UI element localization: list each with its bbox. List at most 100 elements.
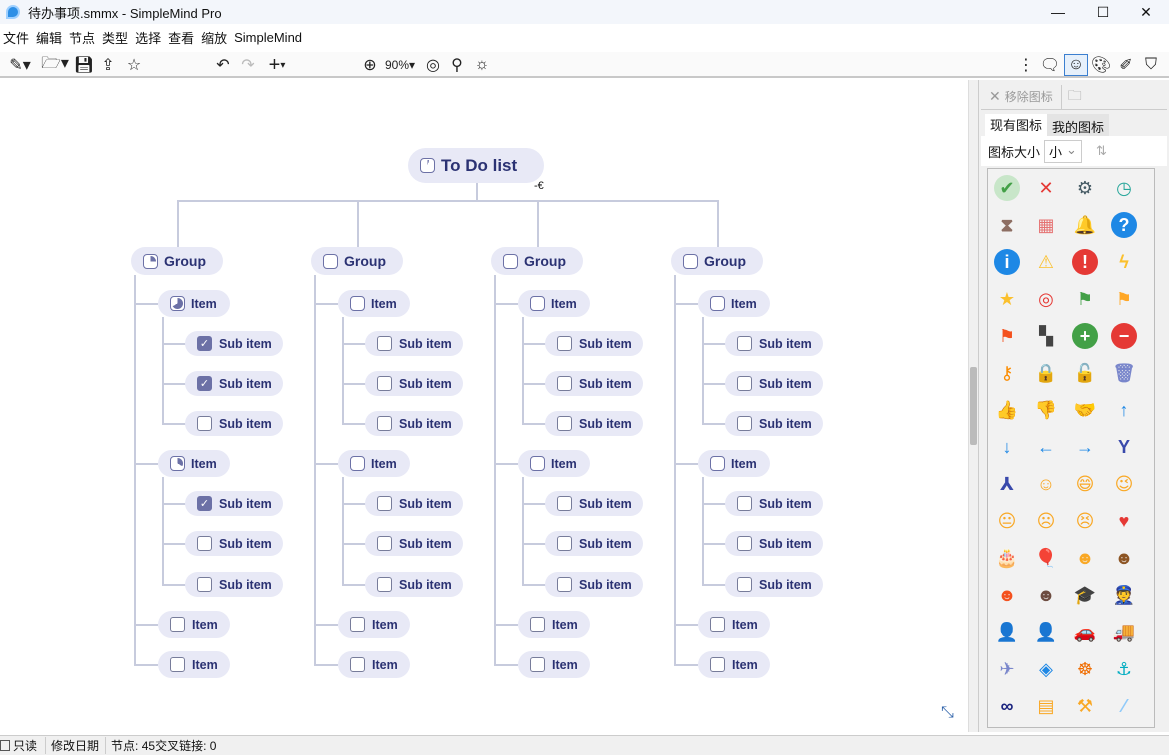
arrow-left-icon[interactable]: ← — [1033, 434, 1059, 460]
item-node[interactable]: Item — [158, 290, 230, 317]
group-node[interactable]: Group — [131, 247, 223, 275]
checkbox[interactable] — [350, 657, 365, 672]
checkbox[interactable] — [377, 416, 392, 431]
checkbox[interactable] — [377, 336, 392, 351]
boy-dark-icon[interactable]: ☻ — [1111, 545, 1137, 571]
woman-icon[interactable]: ☻ — [994, 582, 1020, 608]
menu-type[interactable]: 类型 — [102, 28, 128, 47]
checkbox[interactable] — [557, 536, 572, 551]
sub-item-node[interactable]: Sub item — [725, 371, 823, 396]
item-node[interactable]: Item — [518, 450, 590, 477]
flag-red-icon[interactable]: ⚑ — [994, 323, 1020, 349]
checkbox[interactable] — [530, 617, 545, 632]
new-icon[interactable]: ✎▾ — [3, 54, 37, 76]
item-node[interactable]: Item — [158, 651, 230, 678]
sub-item-node[interactable]: Sub item — [725, 331, 823, 356]
checkbox[interactable] — [170, 657, 185, 672]
graduation-icon[interactable]: 🎓 — [1072, 582, 1098, 608]
add-node-icon[interactable]: + ▾ — [262, 54, 292, 76]
readonly-checkbox[interactable] — [0, 740, 10, 751]
search-icon[interactable]: ⚲ — [447, 54, 467, 76]
checkbox[interactable] — [557, 416, 572, 431]
menu-file[interactable]: 文件 — [3, 28, 29, 47]
sub-item-node[interactable]: Sub item — [545, 371, 643, 396]
binoculars-icon[interactable]: ∞ — [994, 693, 1020, 719]
sub-item-node[interactable]: Sub item — [545, 411, 643, 436]
sub-item-node[interactable]: Sub item — [365, 572, 463, 597]
police-icon[interactable]: 👮 — [1111, 582, 1137, 608]
key-icon[interactable]: ⚷ — [994, 360, 1020, 386]
gear-icon[interactable]: ⚙ — [1072, 175, 1098, 201]
menu-node[interactable]: 节点 — [69, 28, 95, 47]
sub-item-node[interactable]: ✓ Sub item — [185, 331, 283, 356]
style-brush-icon[interactable]: ✐ — [1116, 54, 1136, 76]
cake-icon[interactable]: 🎂 — [994, 545, 1020, 571]
lock-icon[interactable]: 🔒 — [1033, 360, 1059, 386]
item-node[interactable]: Item — [338, 290, 410, 317]
sub-item-node[interactable]: Sub item — [545, 491, 643, 516]
item-node[interactable]: Item — [698, 611, 770, 638]
calendar-icon[interactable]: ▦ — [1033, 212, 1059, 238]
neutral-icon[interactable]: 😐 — [994, 508, 1020, 534]
star-icon[interactable]: ★ — [994, 286, 1020, 312]
lightbulb-icon[interactable]: ☼ — [472, 54, 492, 76]
checkbox[interactable] — [377, 577, 392, 592]
trash-icon[interactable]: 🗑 — [1111, 360, 1137, 386]
unlock-icon[interactable]: 🔓 — [1072, 360, 1098, 386]
checkbox[interactable] — [737, 536, 752, 551]
undo-icon[interactable]: ↶ — [213, 54, 233, 76]
sub-item-node[interactable]: Sub item — [725, 531, 823, 556]
checkbox[interactable] — [737, 577, 752, 592]
checkbox[interactable] — [737, 336, 752, 351]
maximize-button[interactable]: ☐ — [1080, 0, 1126, 24]
minimize-button[interactable]: — — [1035, 0, 1081, 24]
zoom-in-icon[interactable]: ⊕ — [360, 54, 380, 76]
heart-icon[interactable]: ♥ — [1111, 508, 1137, 534]
businessman-icon[interactable]: 👤 — [994, 619, 1020, 645]
sort-icon[interactable]: ⇅ — [1096, 143, 1107, 159]
item-node[interactable]: Item — [698, 290, 770, 317]
flag-green-icon[interactable]: ⚑ — [1072, 286, 1098, 312]
thumbs-down-icon[interactable]: 👎 — [1033, 397, 1059, 423]
sub-item-node[interactable]: Sub item — [185, 531, 283, 556]
tab-existing-icons[interactable]: 现有图标 — [985, 114, 1048, 136]
truck-icon[interactable]: 🚚 — [1111, 619, 1137, 645]
hammer-icon[interactable]: ⚒ — [1072, 693, 1098, 719]
root-node[interactable]: To Do list — [408, 148, 544, 183]
item-node[interactable]: Item — [698, 450, 770, 477]
hourglass-icon[interactable]: ⧗ — [994, 212, 1020, 238]
star-icon[interactable]: ☆ — [124, 54, 144, 76]
flag-orange-icon[interactable]: ⚑ — [1111, 286, 1137, 312]
menu-view[interactable]: 查看 — [168, 28, 194, 47]
sad-icon[interactable]: ☹ — [1033, 508, 1059, 534]
redo-icon[interactable]: ↷ — [238, 54, 258, 76]
scrollbar-thumb[interactable] — [970, 367, 977, 445]
close-button[interactable]: ✕ — [1123, 0, 1169, 24]
icon-size-select[interactable]: 小 ⌄ — [1044, 139, 1082, 163]
arrow-down-icon[interactable]: ↓ — [994, 434, 1020, 460]
checkbox[interactable] — [350, 617, 365, 632]
item-node[interactable]: Item — [338, 450, 410, 477]
sub-item-node[interactable]: ✓ Sub item — [185, 491, 283, 516]
merge-icon[interactable]: ⅄ — [994, 471, 1020, 497]
wink-icon[interactable]: 😉 — [1111, 471, 1137, 497]
woman-dark-icon[interactable]: ☻ — [1033, 582, 1059, 608]
fit-expand-icon[interactable]: ⤡ — [941, 704, 954, 722]
sub-item-node[interactable]: Sub item — [185, 411, 283, 436]
check-icon[interactable]: ✔ — [994, 175, 1020, 201]
sub-item-node[interactable]: ✓ Sub item — [185, 371, 283, 396]
airplane-icon[interactable]: ✈ — [994, 656, 1020, 682]
checkbox[interactable] — [377, 496, 392, 511]
checkbox[interactable] — [737, 416, 752, 431]
lightning-icon[interactable]: ϟ — [1111, 249, 1137, 275]
item-node[interactable]: Item — [338, 651, 410, 678]
checkbox[interactable] — [377, 376, 392, 391]
fork-icon[interactable]: Y — [1111, 434, 1137, 460]
group-node[interactable]: Group — [491, 247, 583, 275]
remove-icon-x-icon[interactable]: ✕ — [989, 88, 1001, 105]
question-icon[interactable]: ? — [1111, 212, 1137, 238]
menu-select[interactable]: 选择 — [135, 28, 161, 47]
helm-icon[interactable]: ☸ — [1072, 656, 1098, 682]
car-icon[interactable]: 🚗 — [1072, 619, 1098, 645]
error-icon[interactable]: ! — [1072, 249, 1098, 275]
